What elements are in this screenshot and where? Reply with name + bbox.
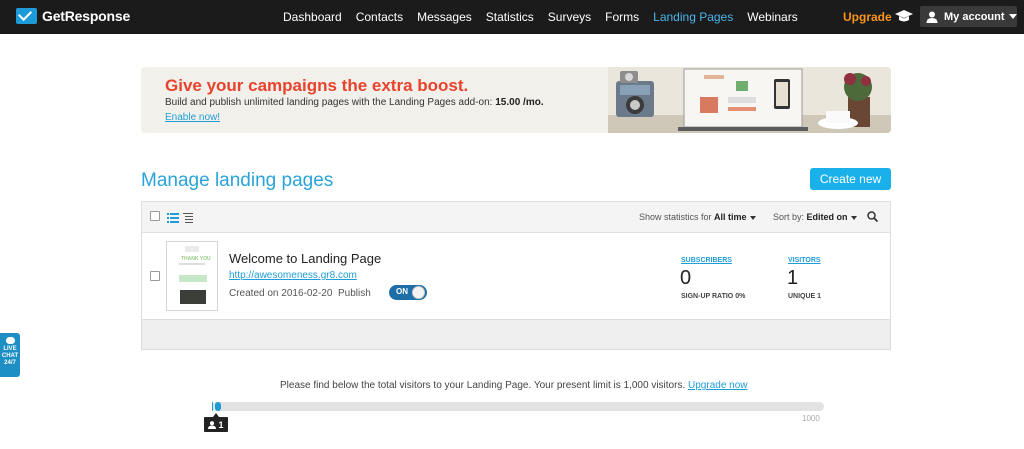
banner-illustration [608,67,891,133]
nav-landing-pages[interactable]: Landing Pages [653,10,733,24]
envelope-check-icon [16,8,37,24]
sort-value: Edited on [806,212,848,222]
visitors-limit-message: Please find below the total visitors to … [280,380,748,391]
chevron-down-icon [749,215,756,220]
logo-text: GetResponse [42,8,131,24]
subscribers-count: 0 [680,267,692,289]
landing-pages-panel: Show statistics for All time Sort by: Ed… [141,201,891,350]
visitors-progress-bar [212,402,824,411]
nav-surveys[interactable]: Surveys [548,10,591,24]
live-chat-line3: 24/7 [4,360,16,366]
nav-statistics[interactable]: Statistics [486,10,534,24]
banner-description: Build and publish unlimited landing page… [165,97,544,108]
live-chat-tab[interactable]: LIVE CHAT 24/7 [0,333,20,377]
live-chat-line2: CHAT [1,353,19,359]
signup-ratio: SIGN-UP RATIO 0% [681,293,746,300]
created-date: Created on 2016-02-20 Publish [229,288,371,299]
landing-page-row: THANK YOU Welcome to Landing Page http:/… [142,233,890,319]
chat-bubble-icon [5,337,15,344]
visitors-progress-fill [212,402,213,411]
list-toolbar: Show statistics for All time Sort by: Ed… [142,202,890,233]
thumbnail-logo [185,246,199,252]
visitors-link[interactable]: VISITORS [788,257,821,264]
select-all-checkbox[interactable] [150,211,160,221]
enable-now-link[interactable]: Enable now! [165,112,220,123]
visitors-limit-text: Please find below the total visitors to … [280,380,686,391]
current-visitors-count: 1 [218,419,224,430]
page-title: Manage landing pages [141,170,334,191]
live-chat-line1: LIVE [3,346,17,352]
compact-view-icon[interactable] [183,213,193,223]
toggle-state: ON [396,287,408,296]
main-nav: Dashboard Contacts Messages Statistics S… [283,10,812,24]
search-icon[interactable] [867,211,878,222]
created-date-text: Created on 2016-02-20 [229,288,333,299]
visitors-limit-max: 1000 [802,414,820,423]
top-navigation-bar: GetResponse Dashboard Contacts Messages … [0,0,1024,34]
create-new-button[interactable]: Create new [810,168,891,190]
current-visitors-badge: 1 [204,413,228,432]
user-icon [926,11,938,23]
banner-price: 15.00 /mo. [495,97,544,108]
upgrade-now-link[interactable]: Upgrade now [688,380,747,391]
nav-forms[interactable]: Forms [605,10,639,24]
thumbnail-footer-image [180,290,206,304]
publish-label: Publish [337,288,371,299]
nav-dashboard[interactable]: Dashboard [283,10,342,24]
thumbnail-line [179,263,205,265]
sort-label: Sort by: [773,212,805,222]
banner-description-text: Build and publish unlimited landing page… [165,97,496,108]
toggle-knob [412,286,425,299]
publish-toggle[interactable]: ON [389,285,427,300]
sort-dropdown[interactable]: Sort by: Edited on [773,212,857,222]
statistics-period-dropdown[interactable]: Show statistics for All time [639,212,756,222]
graduation-cap-icon[interactable] [895,9,913,23]
list-footer [142,319,890,349]
nav-contacts[interactable]: Contacts [356,10,403,24]
account-menu-button[interactable]: My account [920,6,1017,27]
thumbnail-heading: THANK YOU [181,256,211,262]
statistics-period-value: All time [714,212,747,222]
account-label: My account [944,10,1005,23]
subscribers-link[interactable]: SUBSCRIBERS [681,257,732,264]
nav-webinars[interactable]: Webinars [747,10,797,24]
landing-page-title[interactable]: Welcome to Landing Page [229,251,381,266]
landing-page-thumbnail[interactable]: THANK YOU [166,241,218,311]
logo[interactable]: GetResponse [16,8,130,24]
visitors-count: 1 [787,267,799,289]
chevron-down-icon [1008,14,1017,19]
nav-messages[interactable]: Messages [417,10,472,24]
chevron-down-icon [850,215,857,220]
statistics-label: Show statistics for [639,212,712,222]
list-view-icon[interactable] [167,213,179,223]
landing-page-url[interactable]: http://awesomeness.gr8.com [229,270,357,281]
user-icon [208,420,217,429]
upgrade-link[interactable]: Upgrade [843,10,892,24]
banner-title: Give your campaigns the extra boost. [165,76,469,95]
thumbnail-banner [179,275,207,282]
unique-visitors: UNIQUE 1 [788,293,822,300]
visitors-progress-marker [215,402,221,411]
row-checkbox[interactable] [150,271,160,281]
promo-banner: Give your campaigns the extra boost. Bui… [141,67,891,133]
